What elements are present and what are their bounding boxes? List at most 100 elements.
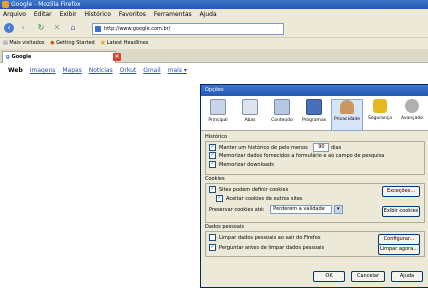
third-party-cookies-checkbox[interactable]: ✓ <box>216 195 223 202</box>
ok-button[interactable]: OK <box>313 271 345 282</box>
keep-history-checkbox[interactable]: ✓ <box>209 144 216 151</box>
tab-privacidade[interactable]: Privacidade <box>331 99 363 131</box>
tab-label: Principal <box>208 118 228 123</box>
tab-bar: g Google × <box>0 49 428 63</box>
lock-icon <box>373 99 387 113</box>
google-favicon: g <box>6 54 10 60</box>
dialog-title: Opções <box>205 87 224 93</box>
ask-before-clear-row: ✓ Perguntar antes de limpar dados pessoai… <box>209 244 324 252</box>
tab-label: Conteúdo <box>271 118 293 123</box>
ask-before-clear-checkbox[interactable]: ✓ <box>209 244 216 251</box>
google-nav-imagens[interactable]: Imagens <box>30 67 56 74</box>
rss-icon: ▣ <box>100 40 106 46</box>
bookmark-most-visited[interactable]: ▤ Mais visitados <box>3 40 45 46</box>
window-titlebar: Google - Mozilla Firefox <box>0 0 428 9</box>
bookmark-latest-headlines[interactable]: ▣ Latest Headlines <box>100 40 148 46</box>
gear-icon <box>405 99 419 113</box>
google-nav-mais[interactable]: mais ▾ <box>168 67 187 74</box>
tab-label: Segurança <box>367 116 393 121</box>
site-icon <box>95 25 101 32</box>
remember-forms-checkbox[interactable]: ✓ <box>209 152 216 159</box>
menu-editar[interactable]: Editar <box>34 11 52 18</box>
help-button[interactable]: Ajuda <box>391 271 423 282</box>
third-party-row: ✓ Aceitar cookies de outros sites <box>216 195 303 203</box>
days-label: dias <box>330 145 342 151</box>
clear-on-close-label: Limpar dados pessoais ao sair do Firefox <box>219 235 321 241</box>
tab-avancado[interactable]: Avançado <box>397 99 427 129</box>
applications-icon <box>306 99 322 115</box>
history-group: ✓ Manter um histórico de pelo menos 90 di… <box>205 141 425 175</box>
firefox-icon <box>2 1 9 8</box>
privacy-mask-icon <box>340 100 354 114</box>
general-icon <box>210 99 226 115</box>
back-icon[interactable]: ‹ <box>4 23 14 33</box>
clear-now-button[interactable]: Limpar agora... <box>378 244 420 255</box>
forward-icon[interactable]: › <box>18 23 28 33</box>
third-party-label: Aceitar cookies de outros sites <box>226 196 303 202</box>
google-nav-orkut[interactable]: Orkut <box>120 67 137 74</box>
menu-arquivo[interactable]: Arquivo <box>3 11 26 18</box>
history-heading: Histórico <box>205 134 228 140</box>
window-title: Google - Mozilla Firefox <box>11 1 81 8</box>
menu-bar: Arquivo Editar Exibir Histórico Favorito… <box>0 9 428 20</box>
history-days-spinner[interactable]: 90 <box>313 143 330 152</box>
allow-cookies-label: Sites podem definir cookies <box>219 187 289 193</box>
menu-exibir[interactable]: Exibir <box>60 11 77 18</box>
keep-history-label: Manter um histórico de pelo menos <box>219 145 308 151</box>
tabs-icon <box>242 99 258 115</box>
remember-forms-label: Memorizar dados fornecidos a formulário … <box>219 153 385 159</box>
history-downloads-row: ✓ Memorizar downloads <box>209 161 274 169</box>
firefox-bookmark-icon: ● <box>50 40 55 46</box>
url-bar[interactable]: http://www.google.com.br/ <box>92 23 284 35</box>
tab-label: Abas <box>244 118 256 123</box>
close-tab-icon[interactable]: × <box>113 53 121 61</box>
dialog-titlebar: Opções <box>201 85 428 96</box>
show-cookies-button[interactable]: Exibir cookies <box>382 206 420 217</box>
private-data-heading: Dados pessoais <box>205 224 244 230</box>
private-data-group: Limpar dados pessoais ao sair do Firefox… <box>205 231 425 257</box>
menu-favoritos[interactable]: Favoritos <box>119 11 146 18</box>
tab-principal[interactable]: Principal <box>203 99 233 129</box>
cookies-allow-row: ✓ Sites podem definir cookies <box>209 186 288 194</box>
tab-abas[interactable]: Abas <box>235 99 265 129</box>
allow-cookies-checkbox[interactable]: ✓ <box>209 186 216 193</box>
keep-cookies-select[interactable]: Perderem a validade <box>270 205 333 214</box>
stop-icon[interactable]: ✕ <box>52 23 62 33</box>
tab-seguranca[interactable]: Segurança <box>365 99 395 129</box>
menu-historico[interactable]: Histórico <box>84 11 110 18</box>
cancel-button[interactable]: Cancelar <box>351 271 385 282</box>
keep-cookies-value: Perderem a validade <box>273 206 325 212</box>
clear-on-close-checkbox[interactable] <box>209 234 216 241</box>
keep-cookies-row: Preservar cookies até: Perderem a valida… <box>209 205 343 214</box>
remember-downloads-label: Memorizar downloads <box>219 162 274 168</box>
cookies-heading: Cookies <box>205 176 225 182</box>
bookmark-getting-started[interactable]: ● Getting Started <box>50 40 95 46</box>
google-nav: Web Imagens Mapas Notícias Orkut Gmail m… <box>8 67 192 74</box>
tab-google[interactable]: g Google × <box>2 51 121 63</box>
content-icon <box>274 99 290 115</box>
bookmark-icon: ▤ <box>3 40 8 46</box>
google-nav-mapas[interactable]: Mapas <box>62 67 81 74</box>
exceptions-button[interactable]: Exceções... <box>382 186 420 197</box>
chevron-down-icon[interactable]: ▾ <box>333 205 343 214</box>
options-tabs: Principal Abas Conteúdo Programas Privac… <box>201 96 428 131</box>
clear-on-close-row: Limpar dados pessoais ao sair do Firefox <box>209 234 321 242</box>
tab-programas[interactable]: Programas <box>299 99 329 129</box>
tab-label: Programas <box>301 118 327 123</box>
google-nav-web[interactable]: Web <box>8 67 23 74</box>
bookmark-label: Getting Started <box>56 40 95 46</box>
menu-ferramentas[interactable]: Ferramentas <box>154 11 192 18</box>
keep-cookies-label: Preservar cookies até: <box>209 207 265 213</box>
home-icon[interactable]: ⌂ <box>68 23 78 33</box>
bookmark-label: Latest Headlines <box>106 40 149 46</box>
menu-ajuda[interactable]: Ajuda <box>200 11 217 18</box>
ask-before-clear-label: Perguntar antes de limpar dados pessoais <box>219 245 325 251</box>
tab-conteudo[interactable]: Conteúdo <box>267 99 297 129</box>
google-nav-gmail[interactable]: Gmail <box>143 67 161 74</box>
remember-downloads-checkbox[interactable]: ✓ <box>209 161 216 168</box>
google-nav-noticias[interactable]: Notícias <box>89 67 113 74</box>
tab-label: Privacidade <box>333 117 361 122</box>
reload-icon[interactable]: ↻ <box>36 23 46 33</box>
cookies-group: ✓ Sites podem definir cookies Exceções...… <box>205 183 425 223</box>
options-dialog: Opções Principal Abas Conteúdo Programas… <box>200 84 428 288</box>
